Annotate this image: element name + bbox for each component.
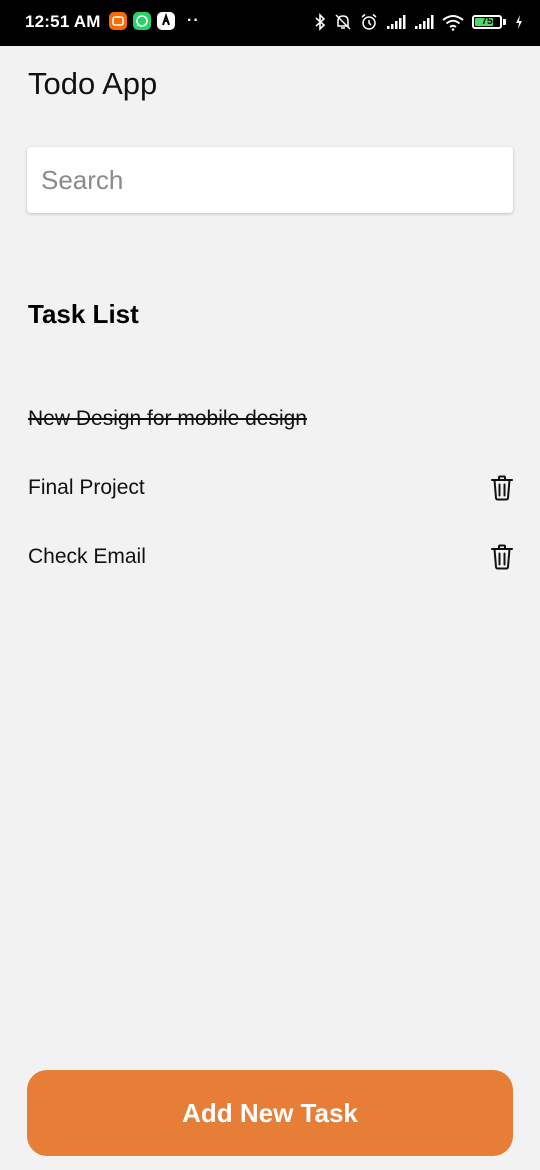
app-icon xyxy=(157,12,175,30)
task-item[interactable]: New Design for mobile design xyxy=(28,384,518,453)
wifi-icon xyxy=(442,14,464,31)
status-icons: 75 xyxy=(314,11,524,33)
bluetooth-icon xyxy=(315,13,326,31)
task-item[interactable]: Final Project xyxy=(28,453,518,522)
charging-icon xyxy=(516,15,522,29)
trash-icon xyxy=(491,544,513,569)
task-label: Final Project xyxy=(28,475,145,499)
delete-task-button[interactable] xyxy=(490,475,514,501)
trash-icon xyxy=(491,475,513,500)
alarm-icon xyxy=(361,13,377,30)
task-list: New Design for mobile design Final Proje… xyxy=(28,384,518,591)
whatsapp-icon xyxy=(133,12,151,30)
task-label: Check Email xyxy=(28,544,146,568)
task-list-title: Task List xyxy=(28,299,139,329)
add-new-task-button[interactable]: Add New Task xyxy=(27,1070,513,1156)
app-screen: 12:51 AM ·· 75 Todo App Search Task List… xyxy=(0,0,540,1170)
battery-icon: 75 xyxy=(472,15,502,29)
task-label: New Design for mobile design xyxy=(28,406,307,430)
battery-cap xyxy=(503,19,506,25)
signal-icon xyxy=(415,15,434,29)
status-time: 12:51 AM xyxy=(25,12,101,31)
signal-icon xyxy=(387,15,406,29)
search-box xyxy=(27,147,513,213)
battery-level: 75 xyxy=(481,16,493,27)
app-title: Todo App xyxy=(28,66,158,101)
search-input[interactable] xyxy=(27,147,513,213)
task-item[interactable]: Check Email xyxy=(28,522,518,591)
more-notifications-icon: ·· xyxy=(187,12,200,29)
mi-app-icon xyxy=(109,12,127,30)
delete-task-button[interactable] xyxy=(490,544,514,570)
status-bar: 12:51 AM ·· 75 xyxy=(0,0,540,46)
muted-bell-icon xyxy=(335,14,351,30)
